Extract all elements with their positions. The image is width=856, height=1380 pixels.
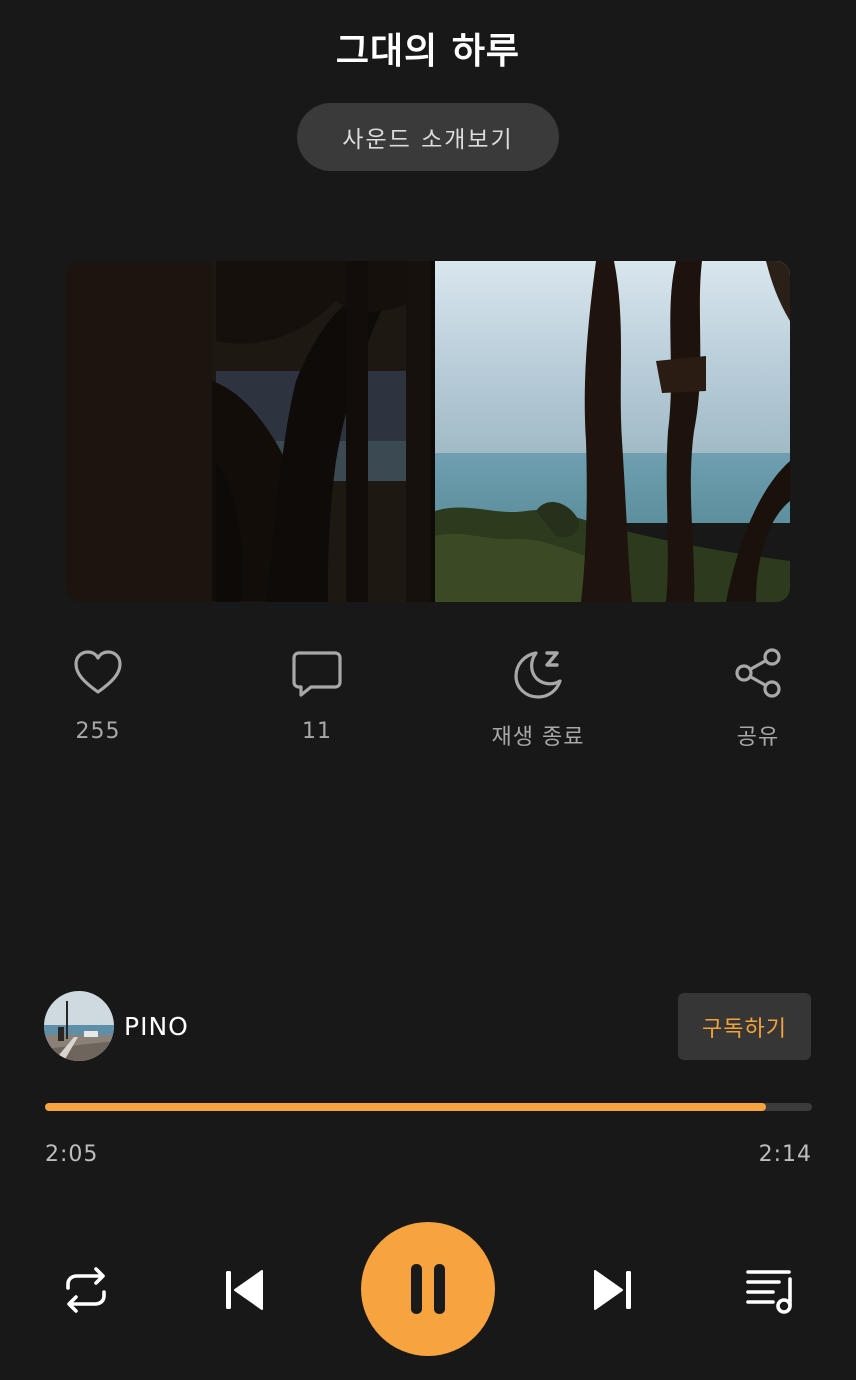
channel-name[interactable]: PINO xyxy=(124,1012,189,1041)
subscribe-button[interactable]: 구독하기 xyxy=(678,993,811,1060)
current-time: 2:05 xyxy=(45,1142,99,1167)
skip-previous-icon xyxy=(226,1270,263,1310)
comment-icon xyxy=(292,651,342,697)
share-action[interactable]: 공유 xyxy=(678,645,838,751)
playlist-button[interactable] xyxy=(740,1260,800,1320)
comment-count: 11 xyxy=(302,719,332,744)
avatar[interactable] xyxy=(44,991,114,1061)
like-action[interactable]: 255 xyxy=(18,645,178,744)
total-time: 2:14 xyxy=(758,1142,812,1167)
sound-intro-button[interactable]: 사운드 소개보기 xyxy=(297,103,559,171)
share-label: 공유 xyxy=(736,725,780,750)
repeat-icon xyxy=(66,1267,106,1313)
progress-fill xyxy=(45,1103,766,1111)
play-pause-button[interactable] xyxy=(361,1222,495,1356)
sleep-timer-action[interactable]: 재생 종료 xyxy=(458,645,618,751)
channel-info[interactable]: PINO xyxy=(44,991,189,1061)
action-bar: 255 11 재생 종료 공유 xyxy=(0,645,856,755)
comment-action[interactable]: 11 xyxy=(237,645,397,744)
share-icon xyxy=(735,648,781,698)
like-count: 255 xyxy=(75,719,121,744)
skip-next-icon xyxy=(594,1270,631,1310)
repeat-button[interactable] xyxy=(56,1260,116,1320)
heart-icon xyxy=(74,650,122,694)
next-button[interactable] xyxy=(585,1260,645,1320)
playlist-icon xyxy=(746,1270,792,1314)
cover-artwork xyxy=(66,261,790,602)
progress-bar[interactable] xyxy=(45,1103,812,1111)
sound-title: 그대의 하루 xyxy=(335,31,521,72)
sleep-timer-icon xyxy=(514,651,562,699)
previous-button[interactable] xyxy=(212,1260,272,1320)
pause-icon xyxy=(411,1264,445,1314)
sleep-timer-label: 재생 종료 xyxy=(491,725,585,750)
